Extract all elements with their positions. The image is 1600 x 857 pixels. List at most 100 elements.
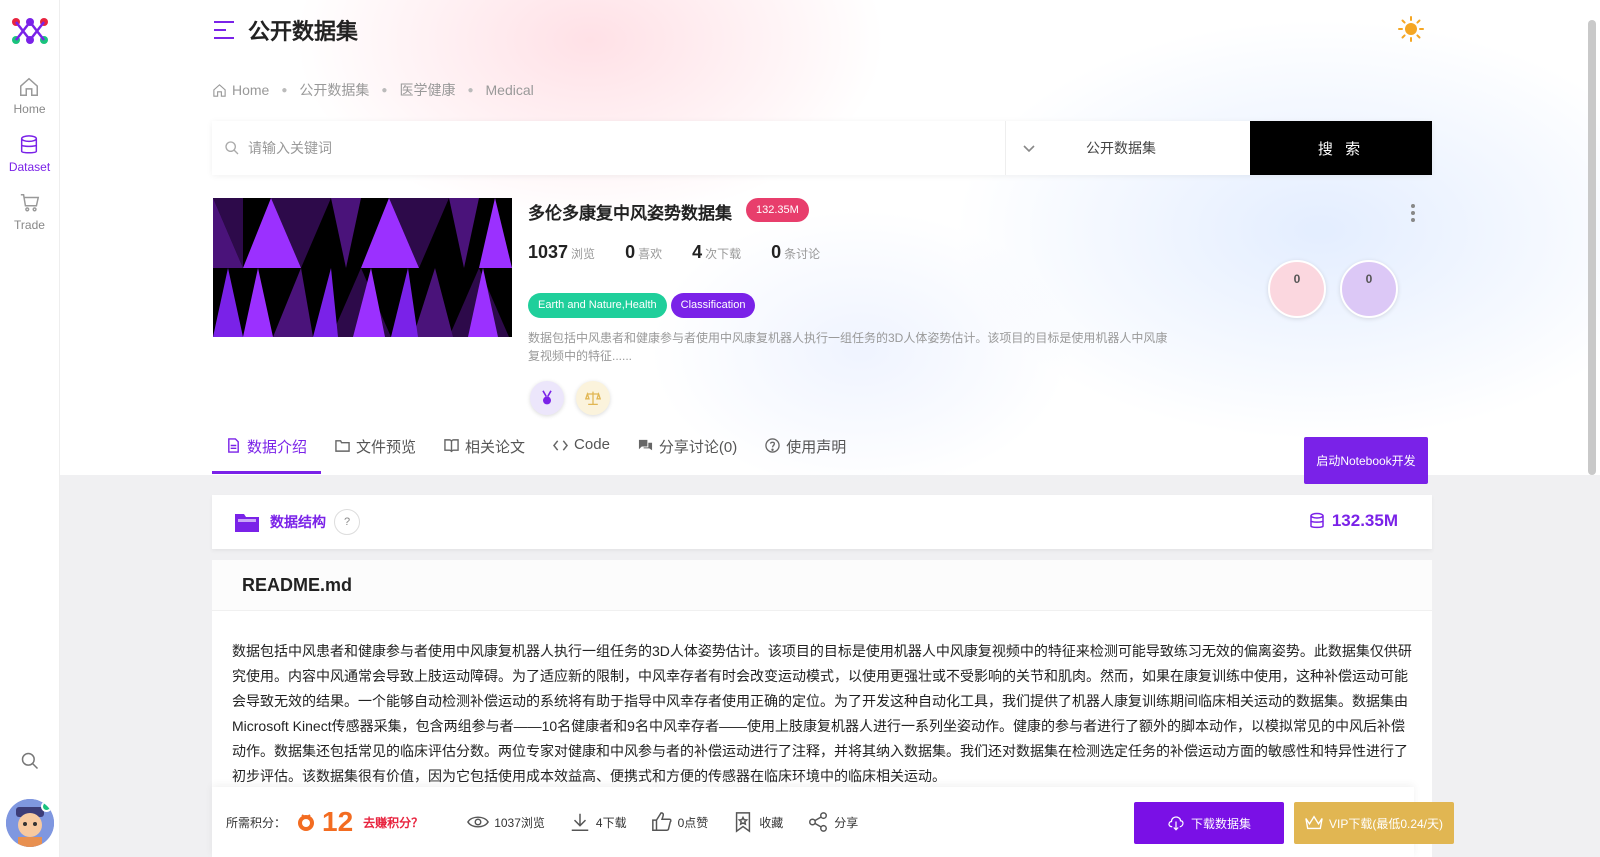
stat-number: 0: [625, 242, 636, 262]
tab-usage-statement[interactable]: 使用声明: [751, 436, 860, 474]
thumbs-up-icon: [651, 812, 672, 831]
stat-likes: 0 喜欢: [625, 242, 662, 263]
share-button[interactable]: 分享: [807, 811, 858, 833]
views-count: 1037浏览: [467, 811, 545, 833]
search-scope-value: 公开数据集: [1086, 140, 1156, 156]
header: 公开数据集: [212, 14, 358, 46]
readme-body: 数据包括中风患者和健康参与者使用中风康复机器人执行一组任务的3D人体姿势估计。该…: [232, 643, 1412, 784]
help-icon: [765, 438, 780, 453]
stat-label: 条讨论: [784, 247, 821, 261]
folder-icon: [335, 440, 350, 452]
tab-file-preview[interactable]: 文件预览: [321, 436, 430, 474]
logo-icon[interactable]: [10, 14, 50, 48]
tag-task[interactable]: Classification: [670, 293, 756, 318]
breadcrumb: Home ● 公开数据集 ● 医学健康 ● Medical: [212, 80, 534, 100]
database-icon: [21, 135, 38, 154]
stat-label: 浏览: [571, 247, 596, 261]
sidebar-item-dataset[interactable]: Dataset: [9, 134, 50, 174]
breadcrumb-item-medical-health[interactable]: 医学健康: [399, 80, 455, 100]
search-button[interactable]: 搜 索: [1250, 121, 1432, 175]
stat-label: 次下载: [705, 247, 742, 261]
points-label: 所需积分：: [226, 815, 287, 830]
download-icon: [571, 813, 589, 831]
search-icon[interactable]: [20, 751, 40, 771]
file-icon: [228, 438, 239, 453]
dataset-title: 多伦多康复中风姿势数据集: [528, 204, 732, 223]
size-badge: 132.35M: [746, 198, 809, 222]
tab-data-intro[interactable]: 数据介绍: [212, 436, 322, 474]
search-input[interactable]: [248, 140, 1005, 156]
stat-label: 喜欢: [638, 247, 663, 261]
scrollbar[interactable]: [1588, 20, 1596, 475]
views-label: 1037浏览: [494, 815, 545, 830]
dataset-description: 数据包括中风患者和健康参与者使用中风康复机器人执行一组任务的3D人体姿势估计。该…: [528, 331, 1168, 363]
search-input-wrapper: [212, 121, 1006, 175]
breadcrumb-separator: ●: [281, 84, 288, 96]
search-icon: [225, 141, 239, 155]
stat-number: 1037: [528, 242, 569, 262]
tab-label: 文件预览: [356, 439, 417, 456]
earn-points-link[interactable]: 去赚积分？: [363, 814, 423, 831]
help-button[interactable]: ?: [334, 509, 360, 535]
sidebar-item-label: Dataset: [8, 160, 51, 174]
search-scope-select[interactable]: 公开数据集: [1006, 121, 1250, 175]
breadcrumb-item-medical[interactable]: Medical: [486, 82, 534, 98]
tab-bar: 数据介绍 文件预览 相关论文 Code 分享讨论(0) 使用声明: [212, 436, 860, 474]
tab-discussion[interactable]: 分享讨论(0): [624, 436, 751, 474]
menu-icon[interactable]: [212, 20, 236, 40]
eye-icon: [467, 816, 490, 828]
data-structure-card: 数据结构 ? 132.35M: [212, 495, 1432, 549]
stat-downloads: 4 次下载: [692, 242, 741, 263]
rating-circle-pink[interactable]: 0: [1268, 260, 1326, 318]
medal-icon: [542, 390, 552, 405]
tab-code[interactable]: Code: [539, 436, 624, 474]
sidebar-item-label: Trade: [14, 218, 45, 232]
stat-discussions: 0 条讨论: [771, 242, 820, 263]
download-dataset-button[interactable]: 下载数据集: [1134, 802, 1284, 844]
favorite-button[interactable]: 收藏: [732, 811, 783, 833]
downloads-label: 4下载: [595, 815, 627, 830]
dataset-stats: 1037 浏览 0 喜欢 4 次下载 0 条讨论: [528, 242, 850, 263]
scale-badge[interactable]: [576, 381, 610, 415]
folder-icon: [235, 514, 259, 532]
download-button-label: 下载数据集: [1190, 816, 1251, 831]
rating-circle-lavender[interactable]: 0: [1340, 260, 1398, 318]
more-vertical-icon[interactable]: [1410, 203, 1416, 223]
dataset-cover-image: [213, 198, 512, 337]
vip-download-button[interactable]: VIP下载(最低0.24/天): [1294, 802, 1454, 844]
sun-icon[interactable]: [1398, 16, 1424, 42]
stat-views: 1037 浏览: [528, 242, 595, 263]
like-button[interactable]: 0点赞: [651, 811, 709, 833]
code-icon: [553, 440, 569, 451]
tab-label: 分享讨论(0): [658, 439, 738, 456]
sidebar-item-trade[interactable]: Trade: [14, 192, 45, 232]
avatar[interactable]: [6, 799, 54, 847]
likes-label: 0点赞: [677, 815, 709, 830]
scale-icon: [585, 391, 601, 406]
sidebar-item-home[interactable]: Home: [13, 76, 46, 116]
breadcrumb-item-home[interactable]: Home: [232, 82, 269, 98]
tag-category[interactable]: Earth and Nature,Health: [528, 293, 667, 318]
tag-list: Earth and Nature,Health Classification: [528, 293, 759, 318]
launch-notebook-button[interactable]: 启动Notebook开发: [1304, 437, 1428, 484]
breadcrumb-separator: ●: [467, 84, 474, 96]
sidebar: Home Dataset Trade: [0, 0, 60, 857]
chat-icon: [638, 439, 652, 451]
bookmark-icon: [736, 812, 751, 833]
tab-label: Code: [574, 436, 610, 453]
medal-badge[interactable]: [530, 381, 564, 415]
sidebar-item-label: Home: [13, 102, 46, 116]
readme-title: README.md: [212, 560, 1432, 611]
tab-label: 相关论文: [465, 439, 526, 456]
book-icon: [444, 439, 459, 453]
online-indicator: [41, 801, 52, 812]
search-bar: 公开数据集 搜 索: [212, 121, 1432, 175]
tab-related-papers[interactable]: 相关论文: [430, 436, 539, 474]
data-structure-title: 数据结构: [270, 514, 326, 530]
share-label: 分享: [834, 815, 859, 830]
cloud-download-icon: [1168, 816, 1184, 831]
chevron-down-icon: [1023, 145, 1035, 153]
bottom-action-bar: 所需积分： 12 去赚积分？ 1037浏览 4下载 0点赞 收藏 分享 下载数据…: [212, 787, 1454, 857]
stat-number: 0: [771, 242, 782, 262]
breadcrumb-item-datasets[interactable]: 公开数据集: [299, 80, 369, 100]
